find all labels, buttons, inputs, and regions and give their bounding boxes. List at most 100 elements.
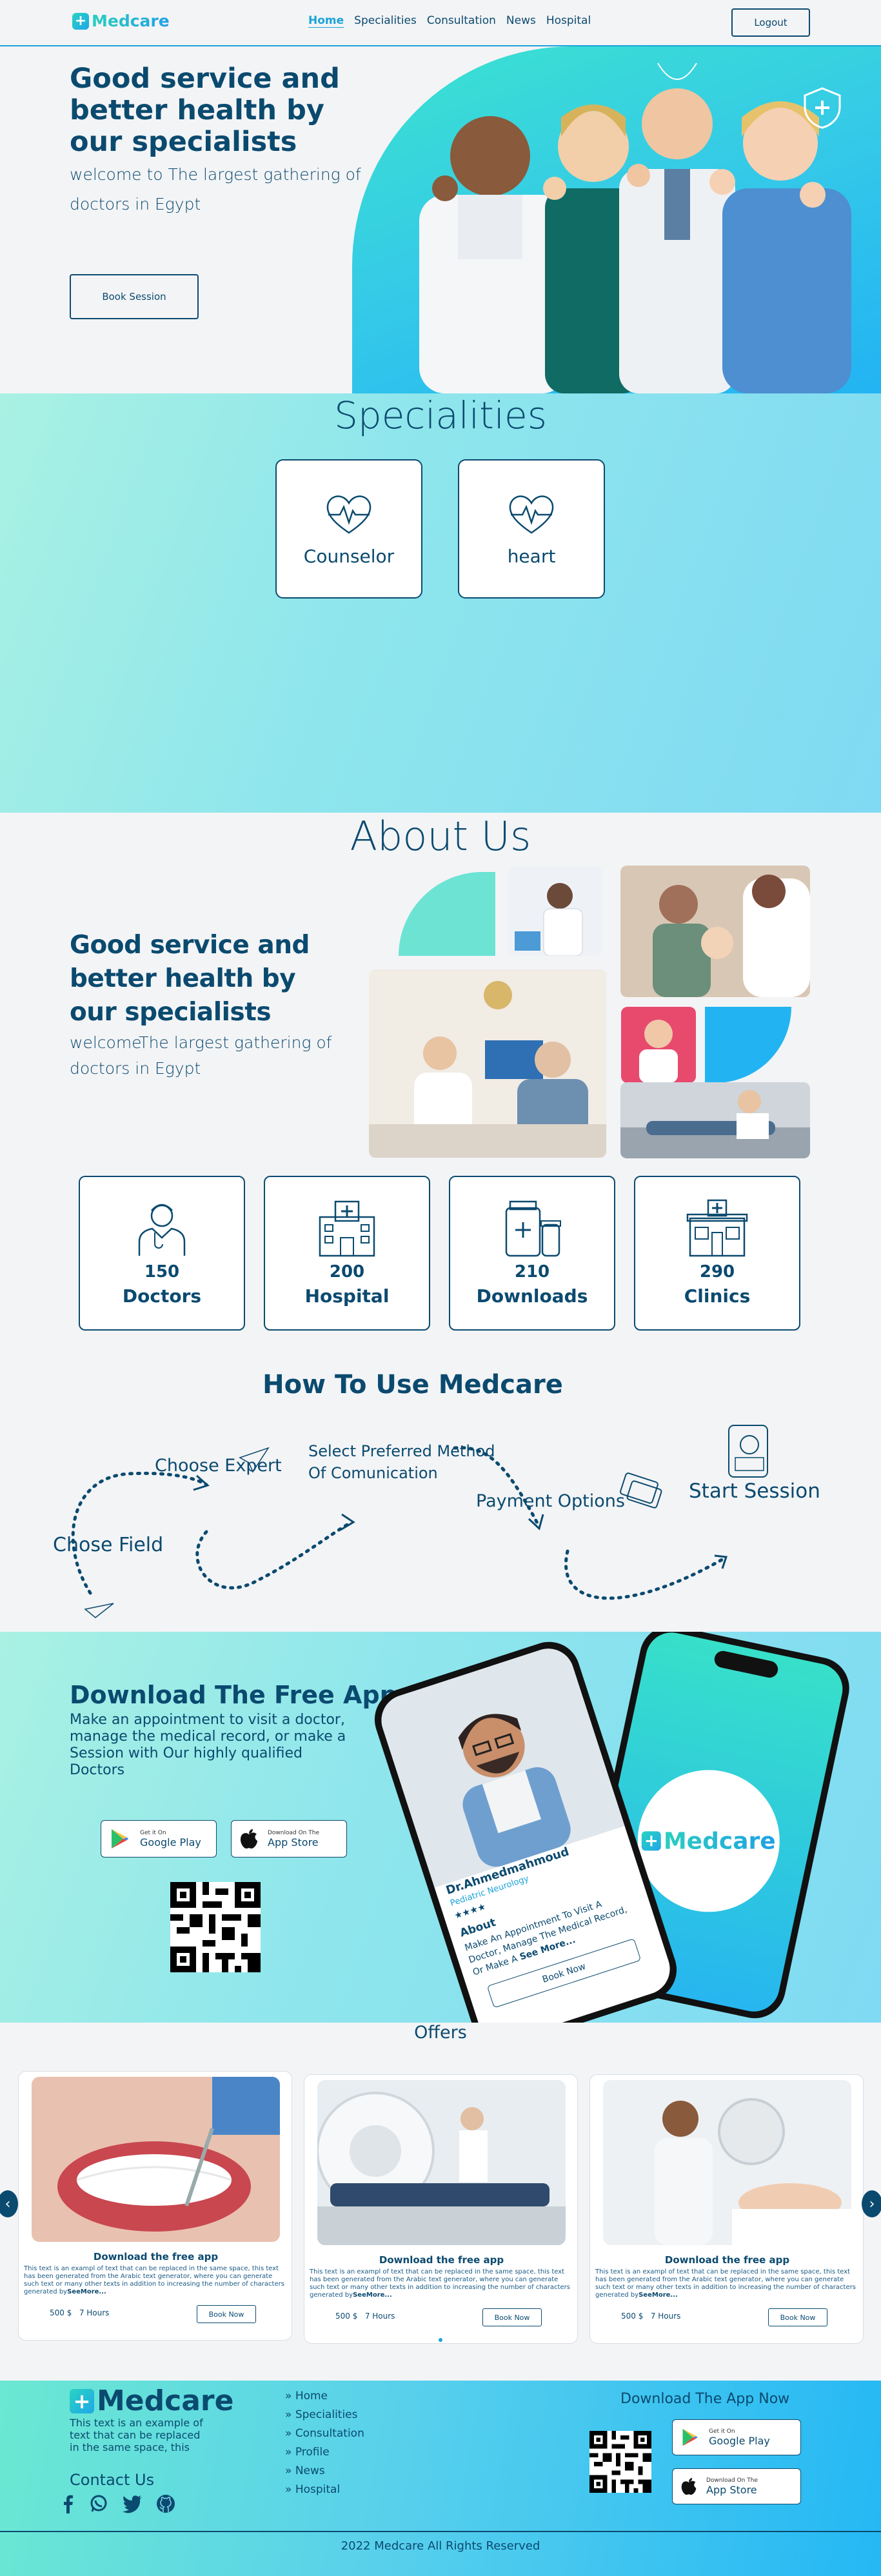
offer-price: 500 $ 7 Hours bbox=[50, 2308, 110, 2317]
mri-photo bbox=[317, 2080, 566, 2245]
doctor-icon bbox=[138, 1204, 186, 1256]
footer-google-play-button[interactable]: Get it On Google Play bbox=[672, 2419, 801, 2455]
google-play-icon bbox=[112, 1829, 128, 1848]
footer-app-store-button[interactable]: Download On The App Store bbox=[672, 2468, 801, 2504]
copyright: 2022 Medcare All Rights Reserved bbox=[341, 2539, 540, 2553]
offer-card[interactable]: Download the free app This text is an ex… bbox=[589, 2074, 864, 2344]
stat-label: Hospital bbox=[304, 1285, 390, 1307]
about-text: welcomeThe largest gathering of doctors … bbox=[70, 1033, 332, 1078]
offer-desc: This text is an exampl of text that can … bbox=[24, 2265, 284, 2295]
footer: + Medcare This text is an example of tex… bbox=[0, 2381, 881, 2576]
nav-consultation[interactable]: Consultation bbox=[427, 14, 496, 27]
hero-subtitle: welcome to The largest gathering of doct… bbox=[70, 165, 361, 213]
stat-label: Doctors bbox=[122, 1285, 202, 1307]
app-store-button[interactable]: Download On The App Store bbox=[231, 1820, 347, 1858]
heart-pulse-icon bbox=[326, 495, 371, 534]
hero-title: Good service and better health by our sp… bbox=[70, 63, 340, 158]
offer-price: 500 $ 7 Hours bbox=[621, 2312, 681, 2321]
app-store-small: Download On The bbox=[706, 2477, 758, 2484]
offer-book-now-button[interactable]: Book Now bbox=[197, 2305, 256, 2323]
offer-card[interactable]: Download the free app This text is an ex… bbox=[304, 2074, 578, 2344]
medcare-logo-icon: + bbox=[70, 2388, 94, 2413]
carousel-dot[interactable] bbox=[439, 2338, 442, 2342]
phone-brand-logo: + Medcare bbox=[641, 1828, 776, 1854]
specialities-section: Specialities Counselor heart bbox=[0, 393, 881, 813]
footer-link-consultation[interactable]: Consultation bbox=[285, 2424, 364, 2443]
apple-icon bbox=[681, 2478, 697, 2495]
google-play-label: Google Play bbox=[709, 2434, 770, 2447]
offer-title: Download the free app bbox=[93, 2251, 219, 2263]
github-icon[interactable] bbox=[156, 2494, 175, 2513]
offer-desc: This text is an exampl of text that can … bbox=[595, 2268, 856, 2299]
carousel-prev-button[interactable]: ‹ bbox=[0, 2190, 18, 2217]
book-session-button[interactable]: Book Session bbox=[70, 274, 199, 319]
app-store-small: Download On The bbox=[268, 1829, 319, 1836]
about-section: About Us Good service and better health … bbox=[0, 813, 881, 1632]
speciality-card-heart[interactable]: heart bbox=[458, 459, 605, 599]
footer-link-home[interactable]: Home bbox=[285, 2387, 364, 2406]
stat-card-doctors: 150 Doctors bbox=[79, 1176, 245, 1331]
app-store-label: App Store bbox=[268, 1836, 319, 1848]
twitter-icon[interactable] bbox=[121, 2494, 143, 2513]
download-text: Make an appointment to visit a doctor, m… bbox=[70, 1712, 346, 1778]
google-play-small: Get it On bbox=[140, 1829, 166, 1836]
stat-card-downloads: 210 Downloads bbox=[449, 1176, 615, 1331]
logout-button[interactable]: Logout bbox=[731, 8, 810, 37]
clinic-icon bbox=[686, 1199, 748, 1257]
footer-link-news[interactable]: News bbox=[285, 2462, 364, 2481]
footer-logo[interactable]: + Medcare bbox=[70, 2384, 233, 2417]
stat-number: 210 bbox=[514, 1262, 550, 1282]
decorative-quarter-circle bbox=[705, 1007, 791, 1083]
step-start-session: Start Session bbox=[689, 1480, 820, 1503]
shield-plus-icon bbox=[804, 87, 841, 129]
speciality-label: heart bbox=[507, 545, 556, 567]
footer-qr-code bbox=[589, 2431, 651, 2493]
offer-book-now-button[interactable]: Book Now bbox=[482, 2308, 542, 2326]
nav-home[interactable]: Home bbox=[308, 14, 344, 27]
footer-divider bbox=[0, 2531, 881, 2532]
stat-card-clinics: 290 Clinics bbox=[634, 1176, 800, 1331]
nav-specialities[interactable]: Specialities bbox=[354, 14, 417, 27]
whatsapp-icon[interactable] bbox=[89, 2494, 108, 2513]
nav-news[interactable]: News bbox=[506, 14, 536, 27]
google-play-button[interactable]: Get it On Google Play bbox=[101, 1820, 217, 1858]
offer-card[interactable]: Download the free app This text is an ex… bbox=[18, 2071, 292, 2341]
app-store-label: App Store bbox=[706, 2483, 757, 2496]
carousel-next-button[interactable]: › bbox=[862, 2190, 881, 2217]
about-title: About Us bbox=[350, 813, 531, 860]
doctor-photo bbox=[375, 1641, 625, 1888]
stat-number: 200 bbox=[329, 1262, 365, 1282]
nav-hospital[interactable]: Hospital bbox=[546, 14, 591, 27]
google-play-icon bbox=[682, 2428, 698, 2446]
step-select-method: Select Preferred Method Of Comunication bbox=[308, 1442, 495, 1482]
consultation-photo bbox=[369, 969, 606, 1158]
brand-logo[interactable]: + Medcare bbox=[72, 12, 170, 30]
medicine-icon bbox=[505, 1200, 561, 1257]
specialities-title: Specialities bbox=[334, 393, 547, 437]
hospital-icon bbox=[319, 1200, 375, 1257]
offer-price: 500 $ 7 Hours bbox=[335, 2312, 395, 2321]
top-navbar: + Medcare Home Specialities Consultation… bbox=[0, 0, 881, 46]
offers-section: Offers Download the free app This text i… bbox=[0, 2023, 881, 2381]
lab-photo bbox=[508, 867, 602, 956]
download-app-section: Download The Free App Make an appointmen… bbox=[0, 1632, 881, 2023]
footer-link-specialities[interactable]: Specialities bbox=[285, 2406, 364, 2424]
footer-links: Home Specialities Consultation Profile N… bbox=[285, 2387, 364, 2499]
speciality-card-counselor[interactable]: Counselor bbox=[275, 459, 422, 599]
download-title: Download The Free App bbox=[70, 1681, 397, 1709]
stat-number: 290 bbox=[699, 1262, 735, 1282]
contact-title: Contact Us bbox=[70, 2471, 155, 2489]
footer-link-hospital[interactable]: Hospital bbox=[285, 2481, 364, 2499]
stethoscope-icon bbox=[657, 63, 697, 80]
how-to-use-title: How To Use Medcare bbox=[262, 1370, 563, 1400]
heart-pulse-icon bbox=[509, 495, 554, 534]
medcare-logo-icon: + bbox=[641, 1831, 661, 1851]
doctor-portrait-photo bbox=[621, 1007, 696, 1083]
footer-text: This text is an example of text that can… bbox=[70, 2417, 203, 2453]
footer-link-profile[interactable]: Profile bbox=[285, 2443, 364, 2462]
stat-label: Clinics bbox=[684, 1285, 751, 1307]
facebook-icon[interactable] bbox=[59, 2494, 76, 2513]
medcare-logo-icon: + bbox=[72, 12, 89, 30]
stat-number: 150 bbox=[144, 1262, 180, 1282]
offer-book-now-button[interactable]: Book Now bbox=[768, 2308, 827, 2326]
